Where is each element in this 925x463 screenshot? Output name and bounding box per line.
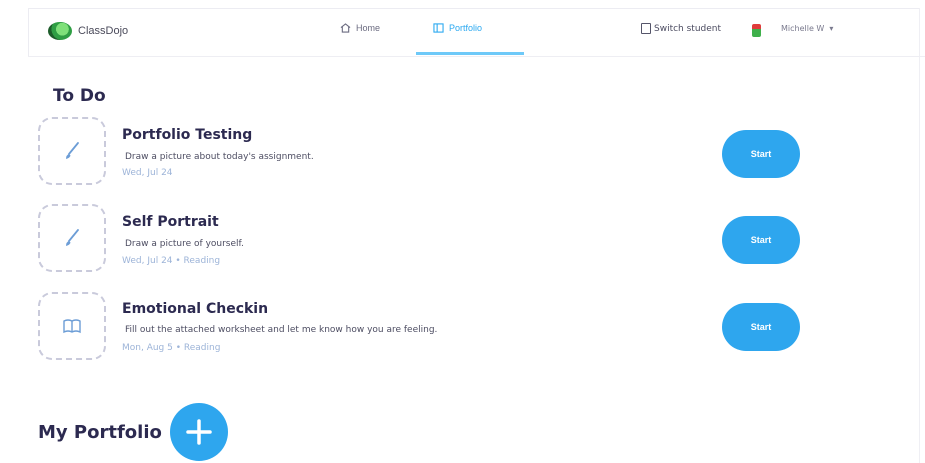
home-icon [340, 23, 351, 33]
assignment-title: Self Portrait [122, 214, 219, 230]
assignment-description: Draw a picture of yourself. [125, 239, 244, 249]
start-button[interactable]: Start [722, 130, 800, 178]
book-icon [63, 319, 81, 334]
student-avatar[interactable] [752, 24, 761, 37]
assignment-thumbnail[interactable] [38, 117, 106, 185]
nav-home[interactable]: Home [340, 23, 380, 33]
switch-icon [641, 23, 651, 34]
assignment-meta: Wed, Jul 24 • Reading [122, 256, 221, 266]
portfolio-heading: My Portfolio [38, 422, 162, 443]
switch-student-button[interactable]: Switch student [641, 23, 721, 34]
nav-home-label: Home [356, 23, 381, 33]
add-portfolio-button[interactable] [170, 403, 228, 461]
portfolio-icon [433, 23, 444, 33]
nav-portfolio-label: Portfolio [449, 23, 483, 33]
user-name: Michelle W [781, 24, 825, 33]
active-tab-indicator [416, 52, 524, 55]
assignment-thumbnail[interactable] [38, 204, 106, 272]
brand-logo[interactable]: ClassDojo [48, 22, 128, 40]
assignment-meta: Mon, Aug 5 • Reading [122, 343, 221, 353]
assignment-title: Emotional Checkin [122, 301, 269, 317]
assignment-thumbnail[interactable] [38, 292, 106, 360]
start-button[interactable]: Start [722, 216, 800, 264]
assignment-description: Draw a picture about today's assignment. [125, 152, 314, 162]
user-menu[interactable]: Michelle W ▾ [781, 24, 833, 33]
assignment-description: Fill out the attached worksheet and let … [125, 325, 438, 335]
brand-name: ClassDojo [78, 25, 129, 37]
todo-heading: To Do [53, 86, 106, 106]
assignment-title: Portfolio Testing [122, 127, 253, 143]
assignment-meta: Wed, Jul 24 [122, 168, 173, 178]
brush-icon [66, 142, 79, 159]
right-border [919, 8, 920, 463]
chevron-down-icon: ▾ [826, 24, 834, 33]
classdojo-logo-icon [48, 22, 72, 40]
switch-student-label: Switch student [654, 23, 722, 34]
plus-icon [186, 419, 212, 445]
start-button[interactable]: Start [722, 303, 800, 351]
header-divider [28, 56, 925, 57]
brush-icon [66, 229, 79, 246]
nav-portfolio[interactable]: Portfolio [433, 23, 482, 33]
